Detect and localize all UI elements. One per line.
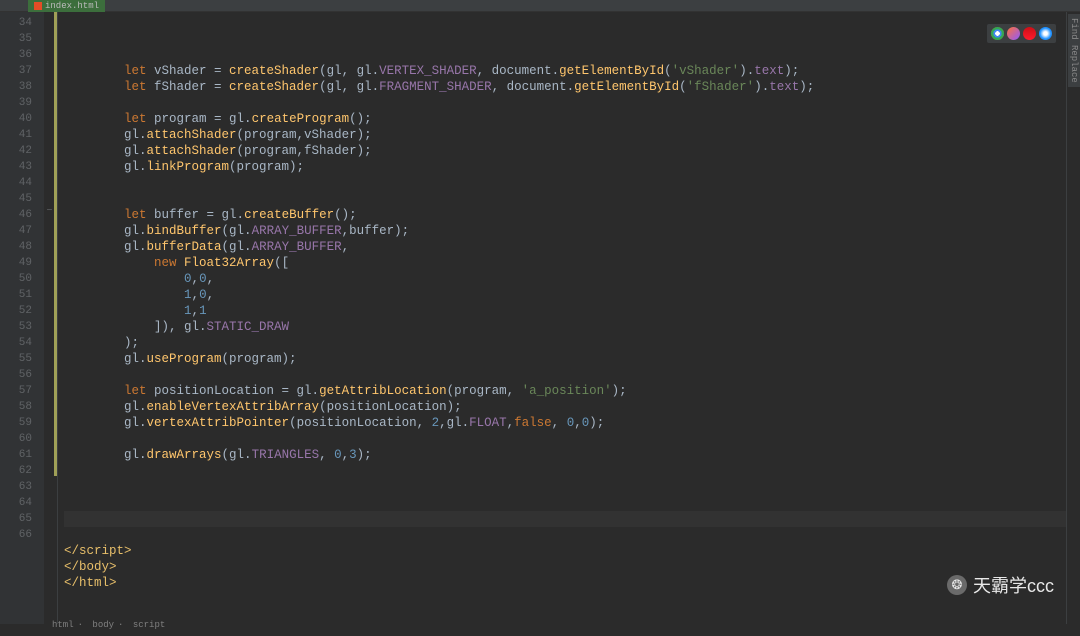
line-number: 38	[0, 79, 32, 95]
line-number: 52	[0, 303, 32, 319]
line-number: 50	[0, 271, 32, 287]
line-number: 59	[0, 415, 32, 431]
breadcrumb-item[interactable]: script	[133, 620, 165, 630]
line-number: 62	[0, 463, 32, 479]
code-line[interactable]: gl.attachShader(program,fShader);	[64, 143, 1066, 159]
code-line[interactable]: 1,0,	[64, 287, 1066, 303]
line-number: 51	[0, 287, 32, 303]
code-line[interactable]: </body>	[64, 559, 1066, 575]
line-number: 37	[0, 63, 32, 79]
chrome-icon[interactable]	[991, 27, 1004, 40]
code-line[interactable]: 1,1	[64, 303, 1066, 319]
file-tab[interactable]: index.html	[28, 0, 105, 12]
line-number: 40	[0, 111, 32, 127]
line-number: 48	[0, 239, 32, 255]
code-line[interactable]: let positionLocation = gl.getAttribLocat…	[64, 383, 1066, 399]
line-number: 54	[0, 335, 32, 351]
code-area[interactable]: let vShader = createShader(gl, gl.VERTEX…	[58, 12, 1066, 624]
code-line[interactable]	[64, 479, 1066, 495]
code-line[interactable]: gl.vertexAttribPointer(positionLocation,…	[64, 415, 1066, 431]
html-file-icon	[34, 2, 42, 10]
code-line[interactable]: </html>	[64, 575, 1066, 591]
code-line[interactable]: let vShader = createShader(gl, gl.VERTEX…	[64, 63, 1066, 79]
line-number: 55	[0, 351, 32, 367]
watermark-text: 天霸学ccc	[973, 572, 1054, 598]
fold-marker-icon[interactable]: −	[45, 207, 54, 216]
line-number: 65	[0, 511, 32, 527]
line-number: 63	[0, 479, 32, 495]
code-line[interactable]: 0,0,	[64, 271, 1066, 287]
code-line[interactable]: new Float32Array([	[64, 255, 1066, 271]
line-number: 46	[0, 207, 32, 223]
line-number: 43	[0, 159, 32, 175]
line-number: 49	[0, 255, 32, 271]
code-line[interactable]	[64, 191, 1066, 207]
code-line[interactable]	[64, 95, 1066, 111]
code-line[interactable]: </script>	[64, 543, 1066, 559]
code-line[interactable]: ]), gl.STATIC_DRAW	[64, 319, 1066, 335]
editor: 3435363738394041424344454647484950515253…	[0, 12, 1080, 624]
code-line[interactable]: gl.attachShader(program,vShader);	[64, 127, 1066, 143]
wechat-icon: ❂	[947, 575, 967, 595]
code-line[interactable]	[64, 175, 1066, 191]
browser-preview-toolbar	[987, 24, 1056, 43]
code-line[interactable]: let fShader = createShader(gl, gl.FRAGME…	[64, 79, 1066, 95]
code-line[interactable]: let buffer = gl.createBuffer();	[64, 207, 1066, 223]
scrollbar-strip[interactable]	[1066, 12, 1080, 624]
safari-icon[interactable]	[1039, 27, 1052, 40]
breadcrumbs[interactable]: html· body· script	[48, 620, 169, 630]
code-line[interactable]	[64, 431, 1066, 447]
line-number: 58	[0, 399, 32, 415]
code-line[interactable]: gl.drawArrays(gl.TRIANGLES, 0,3);	[64, 447, 1066, 463]
code-line[interactable]: gl.bindBuffer(gl.ARRAY_BUFFER,buffer);	[64, 223, 1066, 239]
line-number: 60	[0, 431, 32, 447]
firefox-icon[interactable]	[1007, 27, 1020, 40]
line-number: 34	[0, 15, 32, 31]
line-number: 57	[0, 383, 32, 399]
code-line[interactable]: let program = gl.createProgram();	[64, 111, 1066, 127]
line-number: 42	[0, 143, 32, 159]
code-line[interactable]: );	[64, 335, 1066, 351]
sidebar-find-replace[interactable]: Find Replace	[1068, 14, 1080, 87]
opera-icon[interactable]	[1023, 27, 1036, 40]
breadcrumb-item[interactable]: html	[52, 620, 74, 630]
code-line[interactable]	[64, 463, 1066, 479]
code-line[interactable]	[64, 495, 1066, 511]
line-number: 64	[0, 495, 32, 511]
code-line[interactable]	[64, 511, 1066, 527]
tab-filename: index.html	[45, 1, 99, 11]
line-number: 36	[0, 47, 32, 63]
line-number: 53	[0, 319, 32, 335]
code-line[interactable]: gl.bufferData(gl.ARRAY_BUFFER,	[64, 239, 1066, 255]
line-number: 61	[0, 447, 32, 463]
code-line[interactable]	[64, 527, 1066, 543]
line-number: 39	[0, 95, 32, 111]
line-number: 56	[0, 367, 32, 383]
line-number: 41	[0, 127, 32, 143]
code-line[interactable]: gl.enableVertexAttribArray(positionLocat…	[64, 399, 1066, 415]
code-line[interactable]	[64, 367, 1066, 383]
tab-bar: index.html	[0, 0, 1080, 12]
code-line[interactable]: gl.useProgram(program);	[64, 351, 1066, 367]
line-number: 47	[0, 223, 32, 239]
change-marker	[54, 12, 57, 476]
code-line[interactable]: gl.linkProgram(program);	[64, 159, 1066, 175]
line-number: 66	[0, 527, 32, 543]
line-number: 45	[0, 191, 32, 207]
line-number: 35	[0, 31, 32, 47]
breadcrumb-item[interactable]: body	[92, 620, 114, 630]
line-number-gutter: 3435363738394041424344454647484950515253…	[0, 12, 44, 624]
watermark: ❂ 天霸学ccc	[947, 572, 1054, 598]
line-number: 44	[0, 175, 32, 191]
